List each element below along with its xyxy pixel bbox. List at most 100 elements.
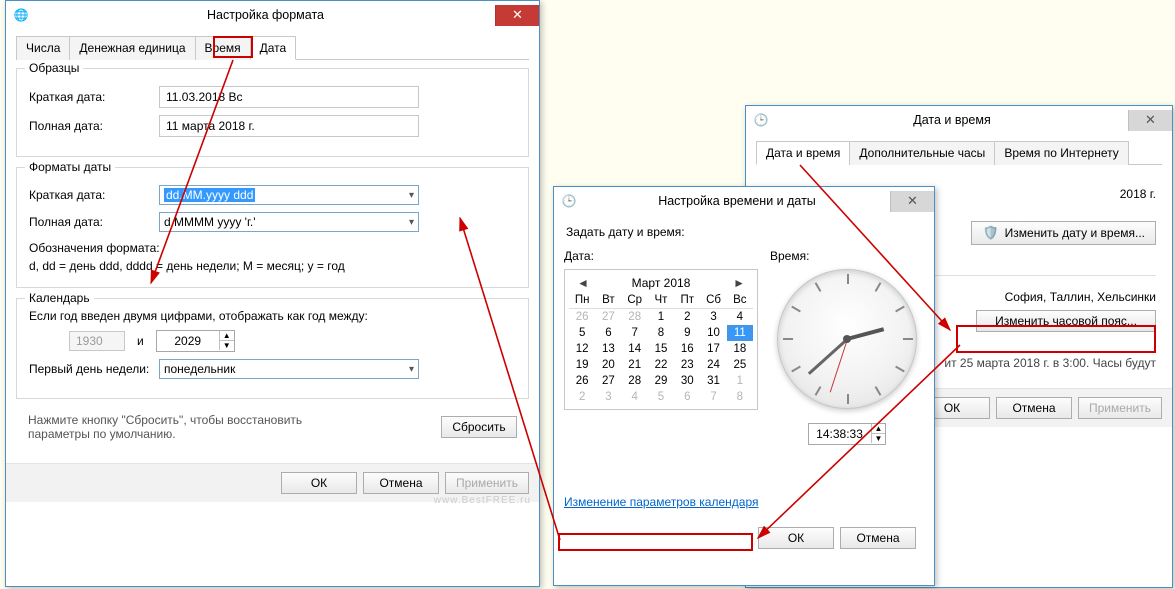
group-calendar: Календарь Если год введен двумя цифрами,… [16, 298, 529, 399]
calendar-day[interactable]: 29 [648, 373, 674, 389]
year-to-input[interactable] [157, 331, 219, 351]
calendar-day[interactable]: 5 [569, 325, 595, 341]
close-button[interactable]: ✕ [890, 191, 934, 212]
tab-datetime[interactable]: Дата и время [756, 141, 850, 165]
long-date-sample-label: Полная дата: [29, 119, 159, 133]
change-timezone-button[interactable]: Изменить часовой пояс... [976, 310, 1156, 332]
first-day-combo[interactable]: понедельник ▾ [159, 359, 419, 379]
calendar-day[interactable]: 3 [595, 389, 621, 405]
calendar-day[interactable]: 11 [727, 325, 753, 341]
calendar-dow: Пн [569, 292, 595, 309]
spin-down-icon[interactable]: ▼ [219, 341, 234, 350]
tab-numbers[interactable]: Числа [16, 36, 70, 60]
calendar-day[interactable]: 27 [595, 309, 621, 326]
titlebar[interactable]: 🕒 Дата и время ✕ [746, 106, 1172, 134]
calendar-dow: Ср [622, 292, 648, 309]
calendar-day[interactable]: 12 [569, 341, 595, 357]
calendar-settings-link[interactable]: Изменение параметров календаря [564, 495, 759, 509]
calendar-day[interactable]: 24 [700, 357, 726, 373]
calendar-day[interactable]: 9 [674, 325, 700, 341]
calendar-day[interactable]: 16 [674, 341, 700, 357]
calendar-day[interactable]: 6 [674, 389, 700, 405]
prev-month-icon[interactable]: ◄ [573, 276, 593, 290]
spin-down-icon[interactable]: ▼ [871, 434, 886, 443]
calendar-day[interactable]: 21 [622, 357, 648, 373]
change-date-time-button[interactable]: 🛡️ Изменить дату и время... [971, 221, 1156, 245]
calendar-day[interactable]: 25 [727, 357, 753, 373]
spin-up-icon[interactable]: ▲ [871, 424, 886, 434]
clock-tick-icon [847, 274, 849, 284]
group-date-formats: Форматы даты Краткая дата: dd.MM.yyyy dd… [16, 167, 529, 288]
window-title: Настройка формата [36, 8, 495, 22]
tab-internet-time[interactable]: Время по Интернету [994, 141, 1128, 165]
set-date-time-window: 🕒 Настройка времени и даты ✕ Задать дату… [553, 186, 935, 586]
ok-button[interactable]: ОК [758, 527, 834, 549]
year-and-label: и [125, 334, 156, 348]
cancel-button[interactable]: Отмена [840, 527, 916, 549]
year-to-spinner[interactable]: ▲▼ [156, 330, 235, 352]
calendar-day[interactable]: 8 [648, 325, 674, 341]
calendar-day[interactable]: 18 [727, 341, 753, 357]
calendar-day[interactable]: 1 [727, 373, 753, 389]
calendar-day[interactable]: 22 [648, 357, 674, 373]
titlebar[interactable]: 🕒 Настройка времени и даты ✕ [554, 187, 934, 215]
reset-button[interactable]: Сбросить [441, 416, 517, 438]
calendar-day[interactable]: 17 [700, 341, 726, 357]
calendar-day[interactable]: 31 [700, 373, 726, 389]
time-input[interactable] [809, 424, 871, 444]
calendar-day[interactable]: 20 [595, 357, 621, 373]
cancel-button[interactable]: Отмена [363, 472, 439, 494]
long-date-format-value: d MMMM yyyy 'г.' [164, 215, 256, 229]
date-label: Дата: [564, 249, 758, 269]
tabs: Дата и время Дополнительные часы Время п… [756, 140, 1162, 165]
calendar-month-title: Март 2018 [632, 276, 691, 290]
short-date-format-combo[interactable]: dd.MM.yyyy ddd ▾ [159, 185, 419, 205]
calendar-day[interactable]: 8 [727, 389, 753, 405]
cancel-button[interactable]: Отмена [996, 397, 1072, 419]
calendar-dow: Сб [700, 292, 726, 309]
chevron-down-icon: ▾ [409, 190, 414, 201]
calendar-day[interactable]: 3 [700, 309, 726, 326]
calendar-day[interactable]: 4 [622, 389, 648, 405]
calendar[interactable]: ◄ Март 2018 ► ПнВтСрЧтПтСбВс 26272812345… [564, 269, 758, 410]
window-title: Дата и время [776, 113, 1128, 127]
calendar-day[interactable]: 5 [648, 389, 674, 405]
calendar-day[interactable]: 15 [648, 341, 674, 357]
titlebar[interactable]: 🌐 Настройка формата ✕ [6, 1, 539, 29]
calendar-day[interactable]: 10 [700, 325, 726, 341]
calendar-day[interactable]: 26 [569, 309, 595, 326]
calendar-day[interactable]: 7 [622, 325, 648, 341]
tab-currency[interactable]: Денежная единица [69, 36, 195, 60]
close-button[interactable]: ✕ [495, 5, 539, 26]
calendar-day[interactable]: 14 [622, 341, 648, 357]
calendar-day[interactable]: 2 [569, 389, 595, 405]
calendar-day[interactable]: 28 [622, 373, 648, 389]
tab-time[interactable]: Время [195, 36, 251, 60]
calendar-day[interactable]: 23 [674, 357, 700, 373]
next-month-icon[interactable]: ► [729, 276, 749, 290]
calendar-day[interactable]: 2 [674, 309, 700, 326]
change-date-time-label: Изменить дату и время... [1005, 226, 1145, 240]
format-hint-label: Обозначения формата: [29, 239, 516, 257]
ok-button[interactable]: ОК [281, 472, 357, 494]
calendar-day[interactable]: 30 [674, 373, 700, 389]
calendar-day[interactable]: 19 [569, 357, 595, 373]
calendar-day[interactable]: 26 [569, 373, 595, 389]
calendar-day[interactable]: 28 [622, 309, 648, 326]
tab-date[interactable]: Дата [250, 36, 297, 60]
spin-up-icon[interactable]: ▲ [219, 331, 234, 341]
tab-additional-clocks[interactable]: Дополнительные часы [849, 141, 995, 165]
calendar-day[interactable]: 4 [727, 309, 753, 326]
calendar-day[interactable]: 7 [700, 389, 726, 405]
calendar-day[interactable]: 1 [648, 309, 674, 326]
short-date-sample-label: Краткая дата: [29, 90, 159, 104]
close-button[interactable]: ✕ [1128, 110, 1172, 131]
calendar-day[interactable]: 27 [595, 373, 621, 389]
reset-hint: Нажмите кнопку "Сбросить", чтобы восстан… [28, 413, 328, 441]
long-date-format-combo[interactable]: d MMMM yyyy 'г.' ▾ [159, 212, 419, 232]
apply-button: Применить [445, 472, 529, 494]
long-date-sample-value: 11 марта 2018 г. [159, 115, 419, 137]
calendar-day[interactable]: 6 [595, 325, 621, 341]
time-spinner[interactable]: ▲▼ [808, 423, 887, 445]
calendar-day[interactable]: 13 [595, 341, 621, 357]
